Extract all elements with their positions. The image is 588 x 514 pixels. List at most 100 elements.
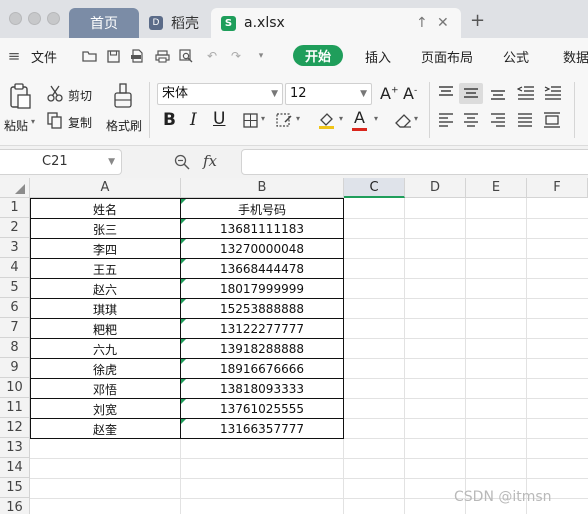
- paste-icon[interactable]: [7, 82, 32, 110]
- new-tab-button[interactable]: +: [470, 10, 485, 31]
- align-left-icon[interactable]: [438, 112, 454, 128]
- cell-phone[interactable]: 18017999999: [181, 279, 343, 299]
- row-header[interactable]: 11: [0, 398, 30, 418]
- decrease-indent-icon[interactable]: [517, 85, 535, 101]
- cell-style-dropdown-icon[interactable]: ▾: [296, 114, 300, 123]
- cell-name[interactable]: 刘宽: [30, 399, 180, 419]
- align-top-icon[interactable]: [438, 85, 454, 101]
- clear-dropdown-icon[interactable]: ▾: [414, 114, 418, 123]
- scissors-icon[interactable]: [46, 84, 64, 102]
- cell-phone[interactable]: 13668444478: [181, 259, 343, 279]
- column-header-e[interactable]: E: [466, 178, 527, 198]
- row-header[interactable]: 9: [0, 358, 30, 378]
- print-icon[interactable]: [154, 49, 170, 63]
- cell-name[interactable]: 琪琪: [30, 299, 180, 319]
- column-header-b[interactable]: B: [181, 178, 344, 198]
- save-icon[interactable]: [105, 49, 121, 63]
- cell-phone[interactable]: 18916676666: [181, 359, 343, 379]
- menu-insert[interactable]: 插入: [365, 47, 391, 66]
- cell-name[interactable]: 赵奎: [30, 419, 180, 439]
- row-header[interactable]: 8: [0, 338, 30, 358]
- cell-name[interactable]: 徐虎: [30, 359, 180, 379]
- cell-phone[interactable]: 13761025555: [181, 399, 343, 419]
- distributed-align-icon[interactable]: [543, 111, 561, 128]
- header-cell-name[interactable]: 姓名: [30, 199, 180, 219]
- tab-daoke[interactable]: D 稻壳: [141, 8, 209, 38]
- row-header[interactable]: 16: [0, 498, 30, 514]
- paste-dropdown-icon[interactable]: ▾: [31, 117, 35, 126]
- row-header[interactable]: 14: [0, 458, 30, 478]
- quick-access-dropdown-icon[interactable]: ▾: [253, 49, 269, 63]
- cell-name[interactable]: 六九: [30, 339, 180, 359]
- align-center-icon[interactable]: [463, 112, 479, 128]
- row-header[interactable]: 6: [0, 298, 30, 318]
- font-color-dropdown-icon[interactable]: ▾: [374, 114, 378, 123]
- italic-button[interactable]: I: [190, 110, 197, 130]
- tab-home[interactable]: 首页: [69, 8, 139, 38]
- name-box[interactable]: C21 ▼: [0, 149, 122, 175]
- close-tab-icon[interactable]: ✕: [437, 15, 449, 31]
- header-cell-phone[interactable]: 手机号码: [181, 199, 343, 219]
- hamburger-menu-icon[interactable]: ≡: [6, 47, 22, 65]
- borders-dropdown-icon[interactable]: ▾: [261, 114, 265, 123]
- increase-indent-icon[interactable]: [544, 85, 562, 101]
- minimize-window-button[interactable]: [28, 12, 41, 25]
- copy-button[interactable]: 复制: [68, 114, 92, 131]
- format-painter-button[interactable]: 格式刷: [106, 117, 142, 134]
- align-bottom-icon[interactable]: [490, 85, 506, 101]
- fill-color-dropdown-icon[interactable]: ▾: [339, 114, 343, 123]
- row-header[interactable]: 2: [0, 218, 30, 238]
- paste-button[interactable]: 粘贴: [4, 117, 28, 134]
- cell-phone[interactable]: 13166357777: [181, 419, 343, 439]
- font-color-button[interactable]: A: [354, 108, 365, 127]
- menu-data[interactable]: 数据: [563, 47, 588, 66]
- row-header[interactable]: 3: [0, 238, 30, 258]
- underline-button[interactable]: U: [213, 109, 225, 129]
- justify-icon[interactable]: [517, 112, 533, 128]
- redo-icon[interactable]: ↷: [228, 49, 244, 63]
- cell-name[interactable]: 王五: [30, 259, 180, 279]
- align-middle-icon[interactable]: [463, 85, 479, 101]
- cell-name[interactable]: 李四: [30, 239, 180, 259]
- row-header[interactable]: 5: [0, 278, 30, 298]
- insert-function-button[interactable]: fx: [203, 152, 217, 170]
- print-preview-icon[interactable]: [178, 49, 194, 63]
- bold-button[interactable]: B: [163, 110, 176, 130]
- cut-button[interactable]: 剪切: [68, 87, 92, 104]
- column-header-c[interactable]: C: [344, 178, 405, 198]
- row-header[interactable]: 15: [0, 478, 30, 498]
- cell-phone[interactable]: 13270000048: [181, 239, 343, 259]
- cell-style-icon[interactable]: [275, 112, 293, 128]
- font-size-select[interactable]: 12 ▼: [285, 83, 372, 105]
- cell-phone[interactable]: 13818093333: [181, 379, 343, 399]
- zoom-icon[interactable]: [173, 153, 191, 171]
- menu-formulas[interactable]: 公式: [503, 47, 529, 66]
- formula-input[interactable]: [241, 149, 588, 175]
- format-painter-icon[interactable]: [112, 82, 134, 110]
- close-window-button[interactable]: [9, 12, 22, 25]
- row-header[interactable]: 7: [0, 318, 30, 338]
- borders-icon[interactable]: [242, 112, 258, 128]
- select-all-button[interactable]: [0, 178, 30, 198]
- undo-icon[interactable]: ↶: [204, 49, 220, 63]
- cell-name[interactable]: 赵六: [30, 279, 180, 299]
- cell-name[interactable]: 邓悟: [30, 379, 180, 399]
- menu-file[interactable]: 文件: [31, 47, 57, 66]
- fill-color-icon[interactable]: [316, 110, 336, 130]
- export-pdf-icon[interactable]: [129, 49, 145, 63]
- row-header[interactable]: 1: [0, 198, 30, 218]
- increase-font-size-icon[interactable]: A+: [380, 84, 399, 103]
- row-header[interactable]: 4: [0, 258, 30, 278]
- tab-file[interactable]: S a.xlsx ↑ ✕: [211, 8, 461, 38]
- cell-phone[interactable]: 13681111183: [181, 219, 343, 239]
- row-header[interactable]: 12: [0, 418, 30, 438]
- cell-phone[interactable]: 15253888888: [181, 299, 343, 319]
- row-header[interactable]: 13: [0, 438, 30, 458]
- pin-icon[interactable]: ↑: [416, 15, 428, 31]
- zoom-window-button[interactable]: [47, 12, 60, 25]
- decrease-font-size-icon[interactable]: A-: [403, 84, 417, 103]
- cell-phone[interactable]: 13918288888: [181, 339, 343, 359]
- cell-phone[interactable]: 13122277777: [181, 319, 343, 339]
- font-name-select[interactable]: 宋体 ▼: [157, 83, 283, 105]
- eraser-icon[interactable]: [393, 111, 413, 129]
